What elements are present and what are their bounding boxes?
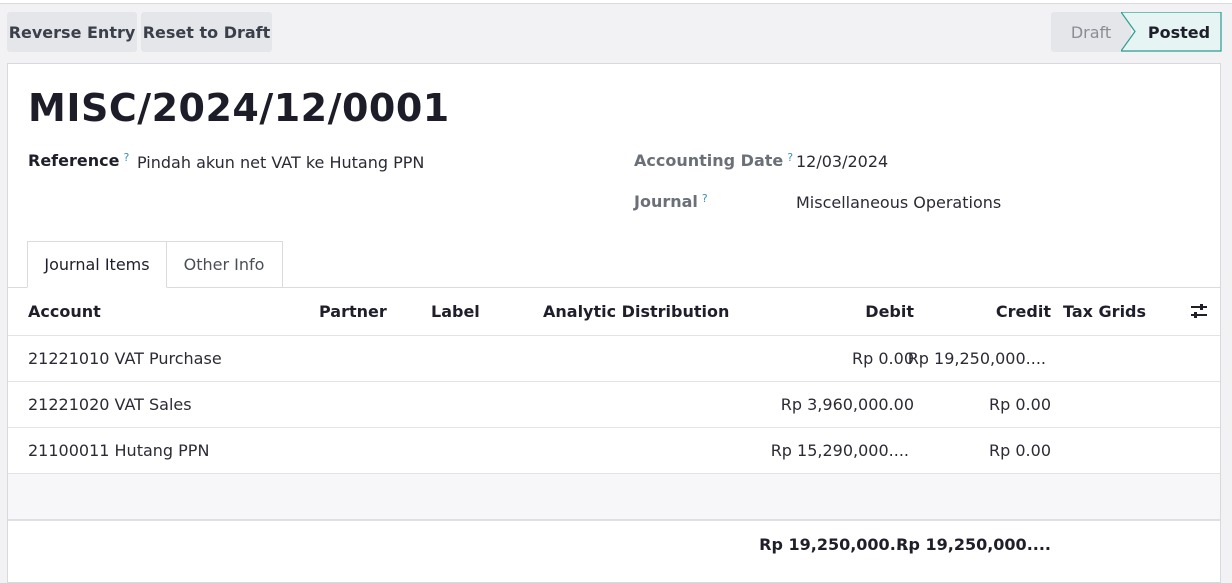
status-bar: Draft Posted [1051, 12, 1222, 52]
column-partner[interactable]: Partner [319, 288, 387, 335]
total-debit: Rp 19,250,000.... [759, 534, 914, 554]
debit-cell: Rp 15,290,000.... [770, 441, 909, 460]
column-tax-grids[interactable]: Tax Grids [1063, 288, 1146, 335]
notebook-tabs: Journal Items Other Info [8, 241, 1220, 288]
reference-field[interactable]: Pindah akun net VAT ke Hutang PPN [137, 153, 424, 172]
debit-cell: Rp 3,960,000.00 [780, 395, 914, 414]
status-posted[interactable]: Posted [1137, 12, 1221, 52]
reverse-entry-button[interactable]: Reverse Entry [7, 12, 137, 52]
column-label[interactable]: Label [431, 288, 480, 335]
journal-field[interactable]: Miscellaneous Operations [796, 193, 1001, 212]
journal-label: Journal? [634, 192, 708, 211]
column-account[interactable]: Account [28, 288, 101, 335]
reset-to-draft-button[interactable]: Reset to Draft [141, 12, 272, 52]
journal-items-table: Account Partner Label Analytic Distribut… [8, 288, 1220, 567]
totals-row: Rp 19,250,000.... Rp 19,250,000.... [8, 521, 1220, 567]
sliders-icon[interactable] [1190, 303, 1208, 319]
credit-cell: Rp 0.00 [989, 441, 1051, 460]
top-border [0, 0, 1232, 4]
help-icon[interactable]: ? [123, 151, 129, 164]
tab-journal-items[interactable]: Journal Items [27, 241, 167, 288]
table-row[interactable]: 21221010 VAT Purchase Rp 0.00 Rp 19,250,… [8, 336, 1220, 382]
table-row[interactable]: 21100011 Hutang PPN Rp 15,290,000.... Rp… [8, 428, 1220, 474]
total-credit: Rp 19,250,000.... [896, 534, 1051, 554]
column-analytic-distribution[interactable]: Analytic Distribution [543, 288, 729, 335]
column-credit[interactable]: Credit [908, 288, 1051, 335]
status-draft[interactable]: Draft [1051, 12, 1131, 52]
table-header: Account Partner Label Analytic Distribut… [8, 288, 1220, 336]
accounting-date-label: Accounting Date? [634, 151, 794, 170]
reference-label: Reference? [28, 151, 130, 170]
help-icon[interactable]: ? [787, 151, 793, 164]
tab-other-info[interactable]: Other Info [166, 241, 283, 287]
credit-cell: Rp 19,250,000.... [907, 349, 1046, 368]
accounting-date-field[interactable]: 12/03/2024 [796, 152, 888, 171]
empty-row[interactable] [8, 474, 1220, 521]
column-debit[interactable]: Debit [768, 288, 914, 335]
page-title: MISC/2024/12/0001 [28, 86, 450, 130]
form-sheet: MISC/2024/12/0001 Reference? Pindah akun… [7, 63, 1221, 583]
account-cell: 21100011 Hutang PPN [28, 441, 210, 460]
table-row[interactable]: 21221020 VAT Sales Rp 3,960,000.00 Rp 0.… [8, 382, 1220, 428]
help-icon[interactable]: ? [702, 192, 708, 205]
credit-cell: Rp 0.00 [989, 395, 1051, 414]
account-cell: 21221010 VAT Purchase [28, 349, 222, 368]
debit-cell: Rp 0.00 [852, 349, 914, 368]
account-cell: 21221020 VAT Sales [28, 395, 192, 414]
